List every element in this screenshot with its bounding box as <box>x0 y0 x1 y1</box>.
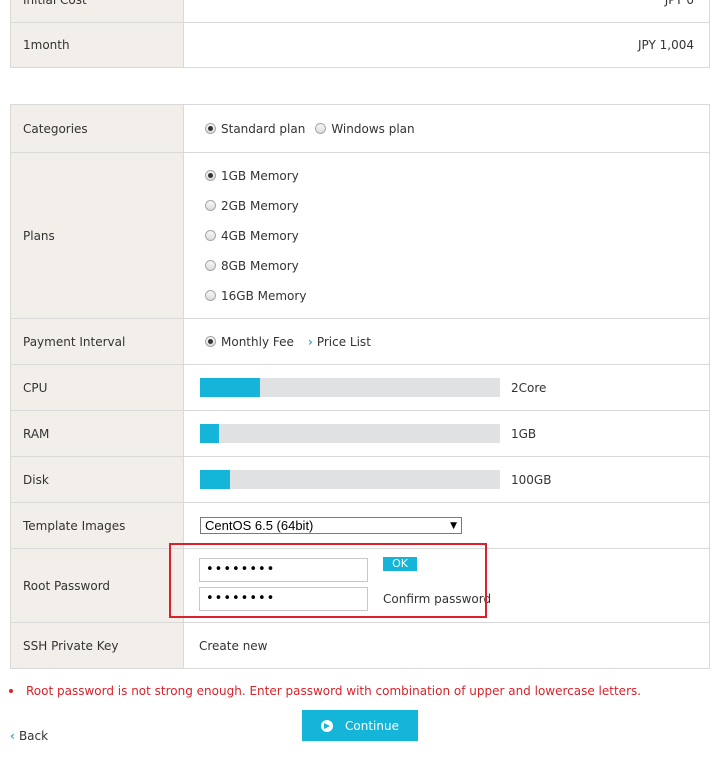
chevron-left-icon: ‹ <box>10 729 15 743</box>
radio-16gb[interactable] <box>205 290 216 301</box>
payment-row: Payment Interval Monthly Fee › Price Lis… <box>10 318 710 365</box>
radio-2gb[interactable] <box>205 200 216 211</box>
bullet-icon <box>9 689 13 693</box>
payment-interval-label: Payment Interval <box>10 318 184 365</box>
plan-1gb-label[interactable]: 1GB Memory <box>221 169 299 183</box>
disk-bar <box>200 470 500 489</box>
ssh-private-key-label: SSH Private Key <box>10 622 184 669</box>
error-text: Root password is not strong enough. Ente… <box>26 684 642 698</box>
root-password-label: Root Password <box>10 548 184 623</box>
monthly-cost-label: 1month <box>10 22 184 68</box>
ssh-value: Create new <box>183 622 710 669</box>
disk-bar-fill <box>200 470 230 489</box>
radio-1gb[interactable] <box>205 170 216 181</box>
monthly-cost-value: JPY 1,004 <box>183 22 710 68</box>
chevron-right-icon: › <box>307 334 313 349</box>
ram-value: 1GB <box>511 426 537 441</box>
plan-16gb-label[interactable]: 16GB Memory <box>221 289 306 303</box>
ram-bar <box>200 424 500 443</box>
plan-option-8gb[interactable]: 8GB Memory <box>185 251 708 281</box>
monthly-fee-label[interactable]: Monthly Fee <box>221 335 294 349</box>
config-table: Categories Standard plan Windows plan Pl… <box>10 104 710 669</box>
plan-option-4gb[interactable]: 4GB Memory <box>185 221 708 251</box>
radio-monthly-fee[interactable] <box>205 336 216 347</box>
ram-label: RAM <box>10 410 184 457</box>
ram-bar-fill <box>200 424 219 443</box>
template-row: Template Images CentOS 6.5 (64bit) ▼ <box>10 502 710 549</box>
plan-8gb-label[interactable]: 8GB Memory <box>221 259 299 273</box>
plans-row: Plans 1GB Memory 2GB Memory 4GB Memory 8… <box>10 152 710 319</box>
password-ok-badge: OK <box>383 557 417 571</box>
categories-row: Categories Standard plan Windows plan <box>10 104 710 153</box>
plans-label: Plans <box>10 152 184 319</box>
radio-windows-plan[interactable] <box>315 123 327 134</box>
plan-option-1gb[interactable]: 1GB Memory <box>185 161 708 191</box>
password-error-message: Root password is not strong enough. Ente… <box>9 684 641 698</box>
radio-4gb[interactable] <box>205 230 216 241</box>
arrow-right-circle-icon <box>321 719 334 732</box>
plan-option-2gb[interactable]: 2GB Memory <box>185 191 708 221</box>
windows-plan-label[interactable]: Windows plan <box>331 122 414 136</box>
standard-plan-label[interactable]: Standard plan <box>221 122 305 136</box>
initial-cost-value: JPY 0 <box>183 0 710 23</box>
continue-button[interactable]: Continue <box>302 710 418 741</box>
plan-2gb-label[interactable]: 2GB Memory <box>221 199 299 213</box>
plan-option-16gb[interactable]: 16GB Memory <box>185 281 708 311</box>
cpu-row: CPU 2Core <box>10 364 710 411</box>
price-list-link[interactable]: Price List <box>317 335 371 349</box>
cost-row-monthly: 1month JPY 1,004 <box>10 22 710 68</box>
template-select[interactable]: CentOS 6.5 (64bit) ▼ <box>200 517 462 534</box>
radio-8gb[interactable] <box>205 260 216 271</box>
disk-label: Disk <box>10 456 184 503</box>
cpu-label: CPU <box>10 364 184 411</box>
radio-standard-plan[interactable] <box>205 123 216 134</box>
root-password-input[interactable]: •••••••• <box>199 558 368 582</box>
cost-row-initial: Initial Cost JPY 0 <box>10 0 710 23</box>
categories-label: Categories <box>10 104 184 153</box>
plan-4gb-label[interactable]: 4GB Memory <box>221 229 299 243</box>
continue-label: Continue <box>345 718 399 733</box>
cpu-bar <box>200 378 500 397</box>
back-label: Back <box>18 729 49 743</box>
disk-row: Disk 100GB <box>10 456 710 503</box>
cost-table: Initial Cost JPY 0 1month JPY 1,004 <box>10 0 710 68</box>
confirm-password-label: Confirm password <box>383 592 492 606</box>
ssh-row: SSH Private Key Create new <box>10 622 710 669</box>
template-images-label: Template Images <box>10 502 184 549</box>
cpu-value: 2Core <box>511 380 547 395</box>
template-selected-value: CentOS 6.5 (64bit) <box>205 518 314 533</box>
confirm-password-input[interactable]: •••••••• <box>199 587 368 611</box>
cpu-bar-fill <box>200 378 260 397</box>
back-link[interactable]: ‹ Back <box>10 729 48 743</box>
dropdown-arrow-icon: ▼ <box>450 520 457 531</box>
initial-cost-label: Initial Cost <box>10 0 184 23</box>
ram-row: RAM 1GB <box>10 410 710 457</box>
disk-value: 100GB <box>511 472 552 487</box>
categories-options: Standard plan Windows plan <box>185 122 708 136</box>
root-password-row: Root Password •••••••• OK •••••••• Confi… <box>10 548 710 623</box>
